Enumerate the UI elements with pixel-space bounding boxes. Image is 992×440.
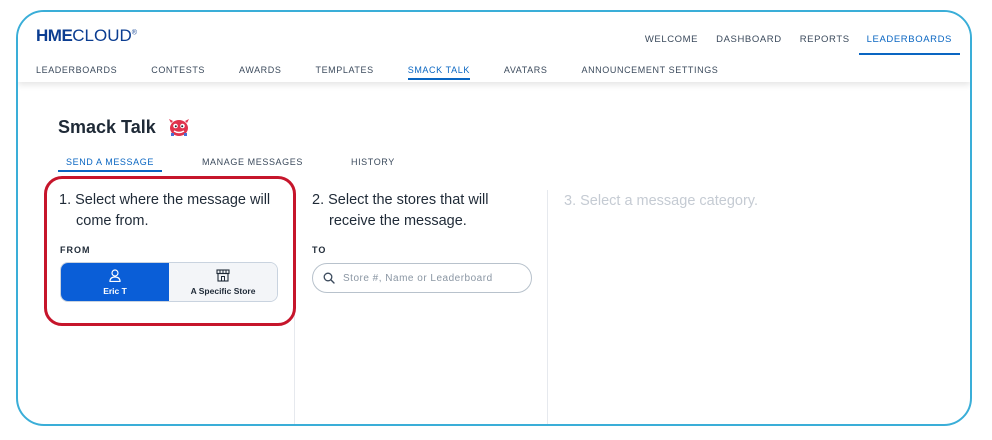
topnav-reports[interactable]: REPORTS [791, 32, 859, 55]
step3-title: 3. Select a message category. [564, 193, 758, 209]
top-navigation: WELCOME DASHBOARD REPORTS LEADERBOARDS [636, 32, 960, 55]
header-bar: HMECLOUD® WELCOME DASHBOARD REPORTS LEAD… [18, 12, 970, 82]
subnav-awards[interactable]: AWARDS [239, 65, 281, 80]
subnav-templates[interactable]: TEMPLATES [315, 65, 373, 80]
tab-send-a-message[interactable]: SEND A MESSAGE [58, 157, 162, 172]
logo-light: CLOUD [72, 26, 132, 45]
tab-manage-messages[interactable]: MANAGE MESSAGES [194, 157, 311, 172]
store-search-input[interactable] [343, 272, 523, 284]
topnav-leaderboards[interactable]: LEADERBOARDS [858, 32, 960, 55]
subnav-avatars[interactable]: AVATARS [504, 65, 548, 80]
to-label: TO [312, 245, 327, 255]
step1-highlight-outline [44, 176, 296, 326]
page-title: Smack Talk [58, 117, 156, 137]
subnav-contests[interactable]: CONTESTS [151, 65, 205, 80]
smack-talk-tabs: SEND A MESSAGE MANAGE MESSAGES HISTORY [58, 157, 435, 172]
store-search-box[interactable] [312, 263, 532, 293]
tab-history[interactable]: HISTORY [343, 157, 403, 172]
logo-bold: HME [36, 26, 73, 45]
subnav-announcement-settings[interactable]: ANNOUNCEMENT SETTINGS [581, 65, 718, 80]
topnav-welcome[interactable]: WELCOME [636, 32, 707, 55]
column-divider-2 [547, 190, 548, 424]
monster-mascot-icon [169, 119, 189, 136]
browser-frame: HMECLOUD® WELCOME DASHBOARD REPORTS LEAD… [16, 10, 972, 426]
step2-title-line1: 2. Select the stores that will [312, 192, 489, 208]
search-icon [323, 272, 335, 284]
subnav-smack-talk[interactable]: SMACK TALK [407, 65, 470, 80]
sub-navigation: LEADERBOARDS CONTESTS AWARDS TEMPLATES S… [36, 65, 752, 80]
logo-registered-mark: ® [131, 29, 137, 37]
topnav-dashboard[interactable]: DASHBOARD [707, 32, 791, 55]
subnav-leaderboards[interactable]: LEADERBOARDS [36, 65, 117, 80]
step2-title: 2. Select the stores that will receive t… [312, 190, 489, 232]
step2-title-line2: receive the message. [329, 213, 467, 229]
hme-cloud-logo[interactable]: HMECLOUD® [36, 26, 137, 46]
